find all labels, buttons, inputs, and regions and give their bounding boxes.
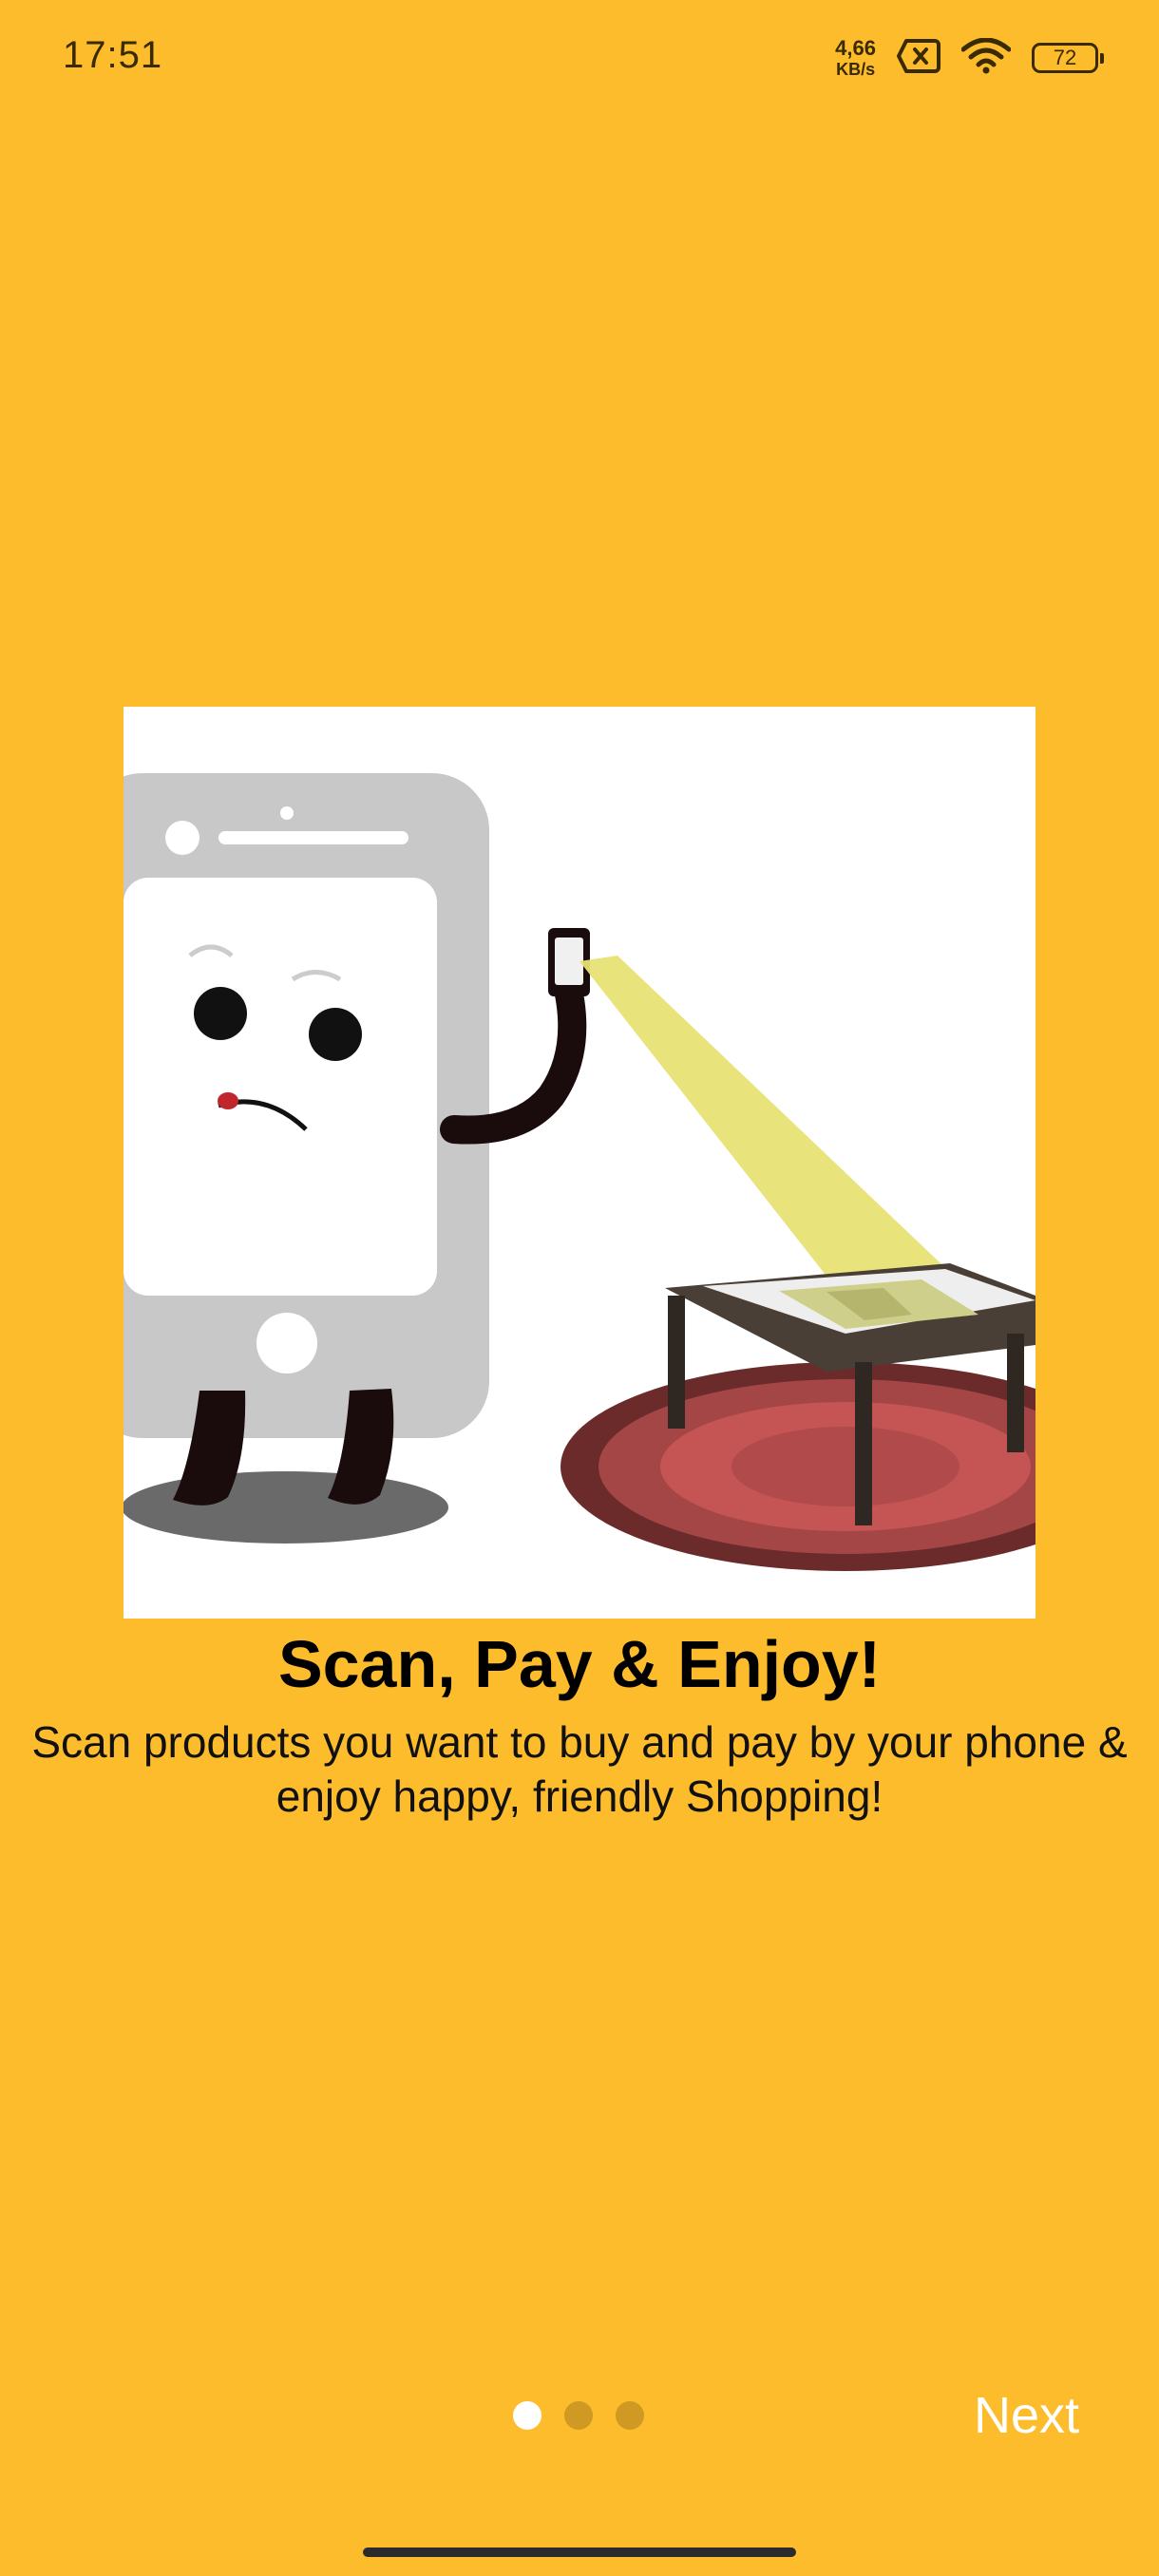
page-dot[interactable]	[564, 2401, 593, 2430]
onboarding-title: Scan, Pay & Enjoy!	[277, 1627, 882, 1701]
battery-icon: 72	[1032, 43, 1104, 73]
onboarding-subtitle-line: Scan products you want to buy and pay by…	[31, 1717, 1128, 1767]
battery-level: 72	[1053, 46, 1077, 69]
page-dot[interactable]	[616, 2401, 644, 2430]
next-button[interactable]: Next	[974, 2386, 1079, 2445]
onboarding-subtitle-line: enjoy happy, friendly Shopping!	[276, 1771, 884, 1821]
phone-scanning-illustration	[124, 707, 1036, 1619]
sim-off-icon	[897, 38, 940, 79]
home-indicator[interactable]	[363, 2548, 796, 2557]
page-indicator	[513, 2401, 644, 2430]
network-speed-value: 4,66	[835, 36, 876, 60]
status-bar: 17:51 4,66 KB/s 72	[0, 0, 1159, 114]
page-dot-active[interactable]	[513, 2401, 542, 2430]
onboarding-subtitle: Scan products you want to buy and pay by…	[0, 1715, 1159, 1824]
status-time: 17:51	[63, 34, 163, 76]
wifi-icon	[960, 37, 1012, 79]
network-speed: 4,66 KB/s	[835, 36, 876, 79]
network-speed-unit: KB/s	[836, 60, 876, 79]
status-icons: 4,66 KB/s 72	[835, 34, 1104, 82]
